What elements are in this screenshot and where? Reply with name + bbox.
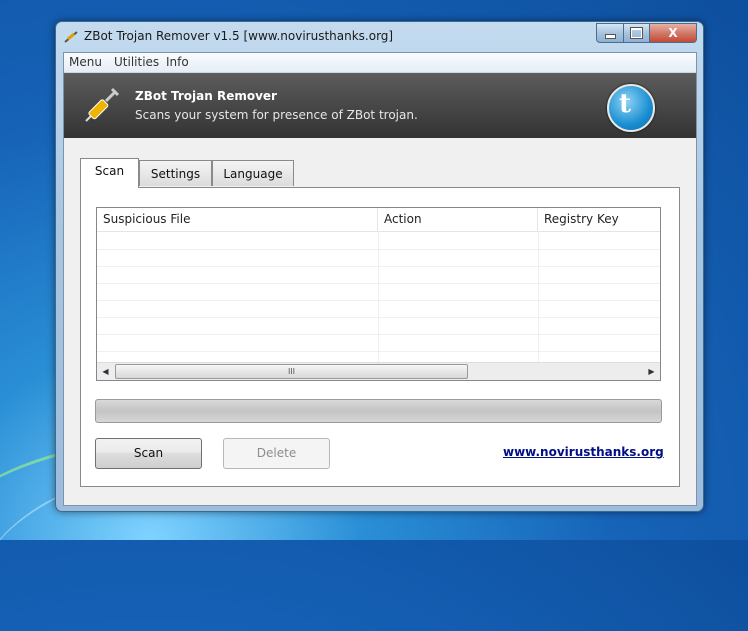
menu-item-menu[interactable]: Menu <box>69 55 102 69</box>
banner-title: ZBot Trojan Remover <box>135 89 277 103</box>
tab-scan[interactable]: Scan <box>80 158 139 188</box>
scan-tab-panel: Suspicious File Action Registry Key ◀ II… <box>80 187 680 487</box>
scrollbar-thumb[interactable]: III <box>115 364 468 379</box>
column-header-action[interactable]: Action <box>378 208 538 231</box>
banner-subtitle: Scans your system for presence of ZBot t… <box>135 108 418 122</box>
tab-language[interactable]: Language <box>212 160 294 186</box>
menu-item-utilities[interactable]: Utilities <box>114 55 159 69</box>
close-button[interactable]: X <box>650 23 697 43</box>
header-banner: ZBot Trojan Remover Scans your system fo… <box>64 73 696 138</box>
maximize-button[interactable] <box>624 23 650 43</box>
column-header-suspicious-file[interactable]: Suspicious File <box>97 208 378 231</box>
table-header: Suspicious File Action Registry Key <box>97 208 660 232</box>
column-divider <box>538 231 539 363</box>
app-window: ZBot Trojan Remover v1.5 [www.novirustha… <box>55 21 704 512</box>
horizontal-scrollbar[interactable]: ◀ III ▶ <box>97 362 660 380</box>
column-divider <box>378 231 379 363</box>
window-controls: X <box>596 23 697 43</box>
close-icon: X <box>668 26 678 40</box>
maximize-icon <box>631 28 642 38</box>
title-bar[interactable]: ZBot Trojan Remover v1.5 [www.novirustha… <box>56 22 703 52</box>
scroll-left-arrow-icon[interactable]: ◀ <box>97 363 114 380</box>
menu-item-info[interactable]: Info <box>166 55 189 69</box>
minimize-button[interactable] <box>596 23 624 43</box>
website-link[interactable]: www.novirusthanks.org <box>503 445 664 459</box>
grip-icon: III <box>287 367 296 376</box>
twitter-letter: t <box>619 89 632 119</box>
syringe-icon <box>64 31 78 43</box>
results-table[interactable]: Suspicious File Action Registry Key ◀ II… <box>96 207 661 381</box>
menu-bar: Menu Utilities Info <box>64 53 696 73</box>
window-title: ZBot Trojan Remover v1.5 [www.novirustha… <box>84 29 394 43</box>
syringe-icon <box>85 87 120 122</box>
scan-button[interactable]: Scan <box>95 438 202 469</box>
client-area: Menu Utilities Info ZBot Trojan Remover … <box>63 52 697 506</box>
column-header-registry-key[interactable]: Registry Key <box>538 208 660 231</box>
minimize-icon <box>604 33 616 39</box>
delete-button[interactable]: Delete <box>223 438 330 469</box>
scroll-right-arrow-icon[interactable]: ▶ <box>643 363 660 380</box>
tab-settings[interactable]: Settings <box>139 160 212 186</box>
scan-progress-bar <box>95 399 662 423</box>
twitter-icon[interactable]: t <box>607 84 655 132</box>
